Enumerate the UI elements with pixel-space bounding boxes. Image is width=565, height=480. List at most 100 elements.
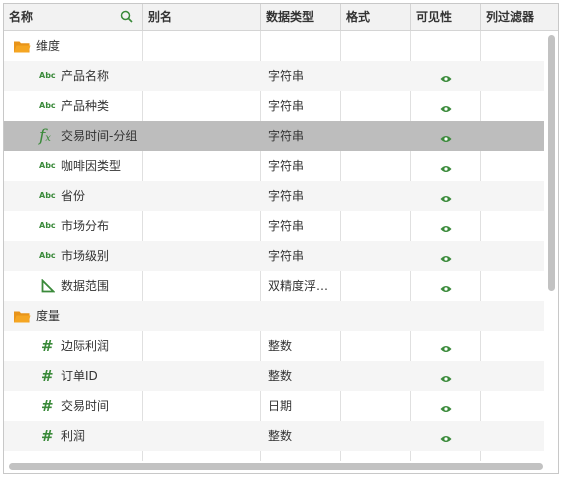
column-filter-cell[interactable] [486,241,542,271]
table-row[interactable]: 数据范围 双精度浮… [4,271,544,301]
format-cell[interactable] [346,301,408,331]
alias-cell[interactable] [148,241,258,271]
format-cell[interactable] [346,151,408,181]
table-header: 名称 别名 数据类型 格式 可见性 列过滤器 [4,4,558,31]
table-row[interactable]: # 利润 整数 [4,421,544,451]
column-filter-cell[interactable] [486,211,542,241]
column-filter-cell[interactable] [486,151,542,181]
column-filter-cell[interactable] [486,91,542,121]
eye-icon[interactable] [440,372,452,386]
horizontal-scrollbar[interactable] [9,463,543,470]
table-body: 维度 Abc 产品名称 字符串 Abc 产品种类 字符串 fx 交易时间-分组 字符串 Abc 咖啡因… [4,31,558,461]
column-header-alias-label: 别名 [148,10,173,24]
eye-icon[interactable] [440,282,452,296]
column-header-filter-label: 列过滤器 [486,10,535,24]
table-row[interactable]: Abc 省份 字符串 [4,181,544,211]
column-filter-cell[interactable] [486,61,542,91]
field-name: 产品种类 [61,99,110,113]
eye-icon[interactable] [440,162,452,176]
hash-number-icon: # [41,427,54,445]
column-header-datatype[interactable]: 数据类型 [261,4,340,30]
abc-text-icon: Abc [39,71,56,80]
folder-icon[interactable] [13,39,31,57]
column-header-format[interactable]: 格式 [341,4,410,30]
column-filter-cell[interactable] [486,181,542,211]
format-cell[interactable] [346,241,408,271]
table-row[interactable]: # 交易时间 日期 [4,391,544,421]
column-filter-cell[interactable] [486,421,542,451]
alias-cell[interactable] [148,301,258,331]
folder-row[interactable]: 度量 [4,301,544,331]
column-filter-cell[interactable] [486,121,542,151]
format-cell[interactable] [346,331,408,361]
table-row[interactable]: Abc 市场分布 字符串 [4,211,544,241]
alias-cell[interactable] [148,331,258,361]
column-header-filter[interactable]: 列过滤器 [481,4,558,30]
alias-cell[interactable] [148,151,258,181]
field-name: 咖啡因类型 [61,159,122,173]
folder-row[interactable]: 维度 [4,31,544,61]
field-name: 订单ID [61,369,98,383]
column-filter-cell[interactable] [486,391,542,421]
eye-icon[interactable] [440,432,452,446]
format-cell[interactable] [346,31,408,61]
hash-number-icon: # [41,367,54,385]
eye-icon[interactable] [440,222,452,236]
format-cell[interactable] [346,121,408,151]
eye-icon[interactable] [440,402,452,416]
format-cell[interactable] [346,61,408,91]
datatype-cell: 字符串 [268,219,305,233]
column-filter-cell[interactable] [486,271,542,301]
eye-icon[interactable] [440,252,452,266]
field-name: 市场级别 [61,249,110,263]
format-cell[interactable] [346,211,408,241]
alias-cell[interactable] [148,61,258,91]
eye-icon[interactable] [440,72,452,86]
alias-cell[interactable] [148,211,258,241]
eye-icon[interactable] [440,132,452,146]
format-cell[interactable] [346,181,408,211]
column-filter-cell[interactable] [486,31,542,61]
eye-icon[interactable] [440,342,452,356]
format-cell[interactable] [346,271,408,301]
table-row[interactable]: fx 交易时间-分组 字符串 [4,121,544,151]
alias-cell[interactable] [148,121,258,151]
hash-number-icon: # [41,337,54,355]
alias-cell[interactable] [148,391,258,421]
alias-cell[interactable] [148,421,258,451]
format-cell[interactable] [346,91,408,121]
column-header-format-label: 格式 [346,10,371,24]
column-header-name-label: 名称 [9,10,34,24]
format-cell[interactable] [346,361,408,391]
format-cell[interactable] [346,421,408,451]
abc-text-icon: Abc [39,221,56,230]
alias-cell[interactable] [148,31,258,61]
column-filter-cell[interactable] [486,361,542,391]
alias-cell[interactable] [148,91,258,121]
fx-formula-icon: fx [39,126,51,146]
column-header-alias[interactable]: 别名 [143,4,260,30]
format-cell[interactable] [346,391,408,421]
table-row[interactable]: Abc 产品种类 字符串 [4,91,544,121]
column-header-visibility[interactable]: 可见性 [411,4,480,30]
column-filter-cell[interactable] [486,331,542,361]
table-row[interactable]: Abc 产品名称 字符串 [4,61,544,91]
search-icon[interactable] [120,10,133,23]
alias-cell[interactable] [148,271,258,301]
abc-text-icon: Abc [39,161,56,170]
eye-icon[interactable] [440,102,452,116]
column-filter-cell[interactable] [486,301,542,331]
eye-icon[interactable] [440,192,452,206]
alias-cell[interactable] [148,361,258,391]
datatype-cell: 双精度浮… [268,279,329,293]
table-row[interactable]: # 订单ID 整数 [4,361,544,391]
folder-name: 维度 [36,39,61,53]
datatype-cell: 整数 [268,339,293,353]
range-triangle-icon [41,278,56,296]
alias-cell[interactable] [148,181,258,211]
vertical-scrollbar[interactable] [548,35,555,291]
table-row[interactable]: # 边际利润 整数 [4,331,544,361]
folder-icon[interactable] [13,309,31,327]
table-row[interactable]: Abc 市场级别 字符串 [4,241,544,271]
table-row[interactable]: Abc 咖啡因类型 字符串 [4,151,544,181]
